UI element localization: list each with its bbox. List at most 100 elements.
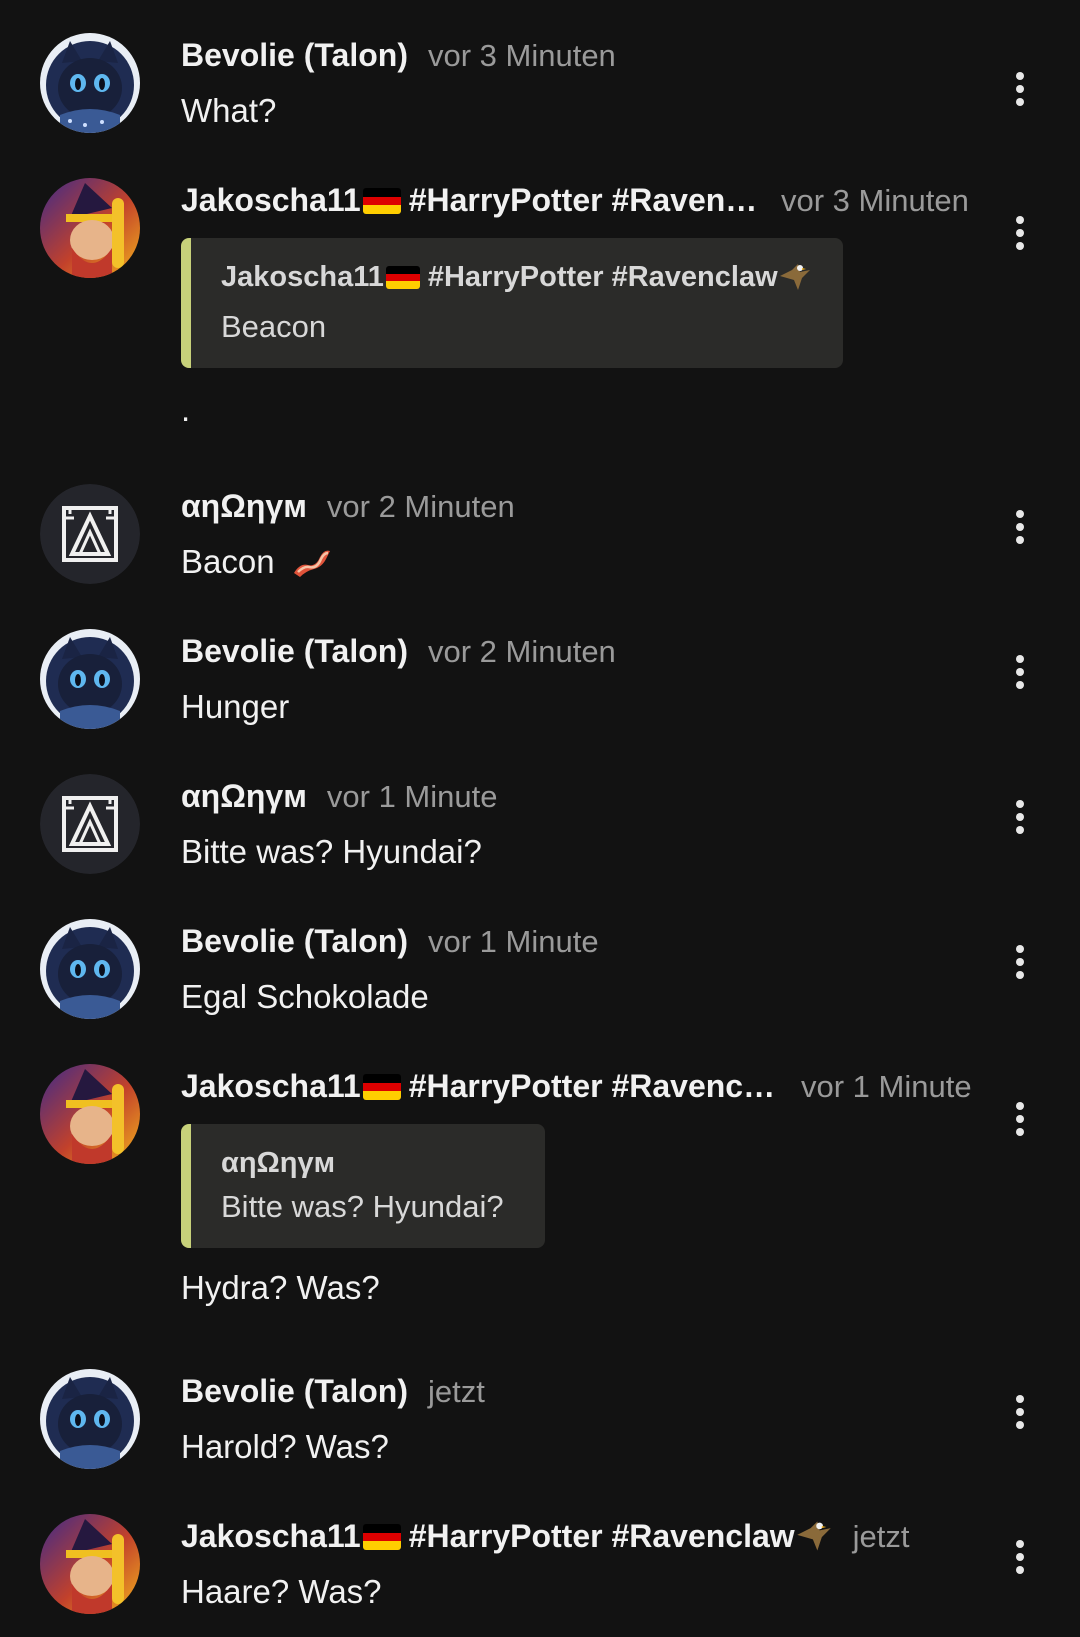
german-flag-icon	[385, 266, 420, 289]
author-tags: #HarryPotter #Ravencl…	[408, 182, 761, 218]
dot-icon	[1016, 98, 1024, 106]
message-text-content: Bacon	[181, 543, 275, 580]
maze-logo-avatar[interactable]	[40, 484, 140, 584]
message-body: αηΩηγм vor 2 Minuten Bacon	[181, 484, 981, 590]
message-header: Bevolie (Talon) vor 1 Minute	[181, 919, 981, 963]
more-options-button[interactable]	[1000, 1094, 1040, 1144]
author-username: Jakoscha11	[181, 1068, 361, 1104]
quoted-author: αηΩηγм	[221, 1147, 336, 1179]
dot-icon	[1016, 1540, 1024, 1548]
wizard-avatar[interactable]	[40, 1514, 140, 1614]
dot-icon	[1016, 1102, 1024, 1110]
dot-icon	[1016, 958, 1024, 966]
more-options-button[interactable]	[1000, 208, 1040, 258]
message-body: Jakoscha11 #HarryPotter #Ravenclaw jetzt …	[181, 1514, 981, 1614]
timestamp: jetzt	[427, 1374, 485, 1409]
dot-icon	[1016, 668, 1024, 676]
blue-cat-avatar[interactable]	[40, 919, 140, 1019]
dot-icon	[1016, 826, 1024, 834]
blue-cat-avatar[interactable]	[40, 1369, 140, 1469]
quoted-author-tags: #HarryPotter #Ravenclaw	[427, 261, 778, 293]
message-text: Bacon	[181, 540, 981, 590]
message-header: Jakoscha11 #HarryPotter #Ravencla… vor 1 …	[181, 1064, 981, 1108]
wizard-avatar[interactable]	[40, 178, 140, 278]
bacon-emoji	[290, 545, 332, 590]
author-name[interactable]: Bevolie (Talon)	[181, 629, 408, 673]
german-flag-icon	[362, 1524, 401, 1550]
dot-icon	[1016, 72, 1024, 80]
dot-icon	[1016, 229, 1024, 237]
author-name[interactable]: Bevolie (Talon)	[181, 1369, 408, 1413]
message-header: Bevolie (Talon) vor 3 Minuten	[181, 33, 981, 77]
author-name[interactable]: Jakoscha11 #HarryPotter #Ravencl…	[181, 178, 761, 222]
blue-cat-avatar[interactable]	[40, 629, 140, 729]
maze-logo-avatar[interactable]	[40, 774, 140, 874]
message-body: Jakoscha11 #HarryPotter #Ravencl… vor 3 M…	[181, 178, 981, 432]
dot-icon	[1016, 655, 1024, 663]
author-name[interactable]: Jakoscha11 #HarryPotter #Ravenclaw	[181, 1514, 833, 1564]
quoted-author-username: Jakoscha11	[221, 261, 384, 293]
author-name[interactable]: Jakoscha11 #HarryPotter #Ravencla…	[181, 1064, 781, 1108]
dot-icon	[1016, 681, 1024, 689]
timestamp: vor 1 Minute	[801, 1069, 972, 1104]
dot-icon	[1016, 523, 1024, 531]
message-body: Bevolie (Talon) vor 1 Minute Egal Schoko…	[181, 919, 981, 1019]
more-options-button[interactable]	[1000, 647, 1040, 697]
more-options-button[interactable]	[1000, 792, 1040, 842]
quoted-message[interactable]: αηΩηγм Bitte was? Hyundai?	[181, 1124, 545, 1248]
message-body: Bevolie (Talon) jetzt Harold? Was?	[181, 1369, 981, 1469]
author-tags: #HarryPotter #Ravenclaw	[408, 1518, 795, 1554]
more-options-button[interactable]	[1000, 1387, 1040, 1437]
message-text: Hunger	[181, 688, 290, 725]
dot-icon	[1016, 1553, 1024, 1561]
dot-icon	[1016, 1115, 1024, 1123]
message-header: Bevolie (Talon) vor 2 Minuten	[181, 629, 981, 673]
wizard-avatar[interactable]	[40, 1064, 140, 1164]
german-flag-icon	[362, 1074, 401, 1100]
message-text: Bitte was? Hyundai?	[181, 833, 482, 870]
message-body: αηΩηγм vor 1 Minute Bitte was? Hyundai?	[181, 774, 981, 874]
message-header: Jakoscha11 #HarryPotter #Ravenclaw jetzt	[181, 1514, 981, 1558]
eagle-icon	[795, 1519, 833, 1564]
author-username: Jakoscha11	[181, 1518, 361, 1554]
more-options-button[interactable]	[1000, 937, 1040, 987]
message-body: Jakoscha11 #HarryPotter #Ravencla… vor 1 …	[181, 1064, 981, 1310]
german-flag-icon	[362, 188, 401, 214]
timestamp: vor 1 Minute	[427, 924, 599, 959]
chat-message-list[interactable]: Bevolie (Talon) vor 3 Minuten What? Jako…	[0, 0, 1080, 1637]
timestamp: vor 3 Minuten	[781, 183, 969, 218]
message-header: αηΩηγм vor 2 Minuten	[181, 484, 981, 528]
more-options-button[interactable]	[1000, 502, 1040, 552]
author-tags: #HarryPotter #Ravencla…	[408, 1068, 781, 1104]
message-text: .	[181, 391, 191, 428]
dot-icon	[1016, 510, 1024, 518]
dot-icon	[1016, 800, 1024, 808]
message-header: αηΩηγм vor 1 Minute	[181, 774, 981, 818]
message-body: Bevolie (Talon) vor 2 Minuten Hunger	[181, 629, 981, 729]
author-username: Jakoscha11	[181, 182, 361, 218]
blue-cat-avatar[interactable]	[40, 33, 140, 133]
dot-icon	[1016, 1128, 1024, 1136]
message-text: Harold? Was?	[181, 1428, 389, 1465]
dot-icon	[1016, 1566, 1024, 1574]
dot-icon	[1016, 1395, 1024, 1403]
author-name[interactable]: αηΩηγм	[181, 484, 307, 528]
timestamp: vor 3 Minuten	[427, 38, 616, 73]
message-text: Egal Schokolade	[181, 978, 429, 1015]
timestamp: jetzt	[852, 1519, 910, 1554]
author-name[interactable]: αηΩηγм	[181, 774, 307, 818]
dot-icon	[1016, 216, 1024, 224]
dot-icon	[1016, 536, 1024, 544]
message-header: Jakoscha11 #HarryPotter #Ravencl… vor 3 M…	[181, 178, 981, 222]
author-name[interactable]: Bevolie (Talon)	[181, 33, 408, 77]
quoted-message[interactable]: Jakoscha11 #HarryPotter #Ravenclaw Beacon	[181, 238, 843, 368]
author-name[interactable]: Bevolie (Talon)	[181, 919, 408, 963]
more-options-button[interactable]	[1000, 64, 1040, 114]
quoted-text: Beacon	[221, 309, 327, 344]
dot-icon	[1016, 971, 1024, 979]
message-header: Bevolie (Talon) jetzt	[181, 1369, 981, 1413]
timestamp: vor 2 Minuten	[326, 489, 515, 524]
timestamp: vor 1 Minute	[326, 779, 498, 814]
eagle-icon	[778, 262, 812, 304]
more-options-button[interactable]	[1000, 1532, 1040, 1582]
